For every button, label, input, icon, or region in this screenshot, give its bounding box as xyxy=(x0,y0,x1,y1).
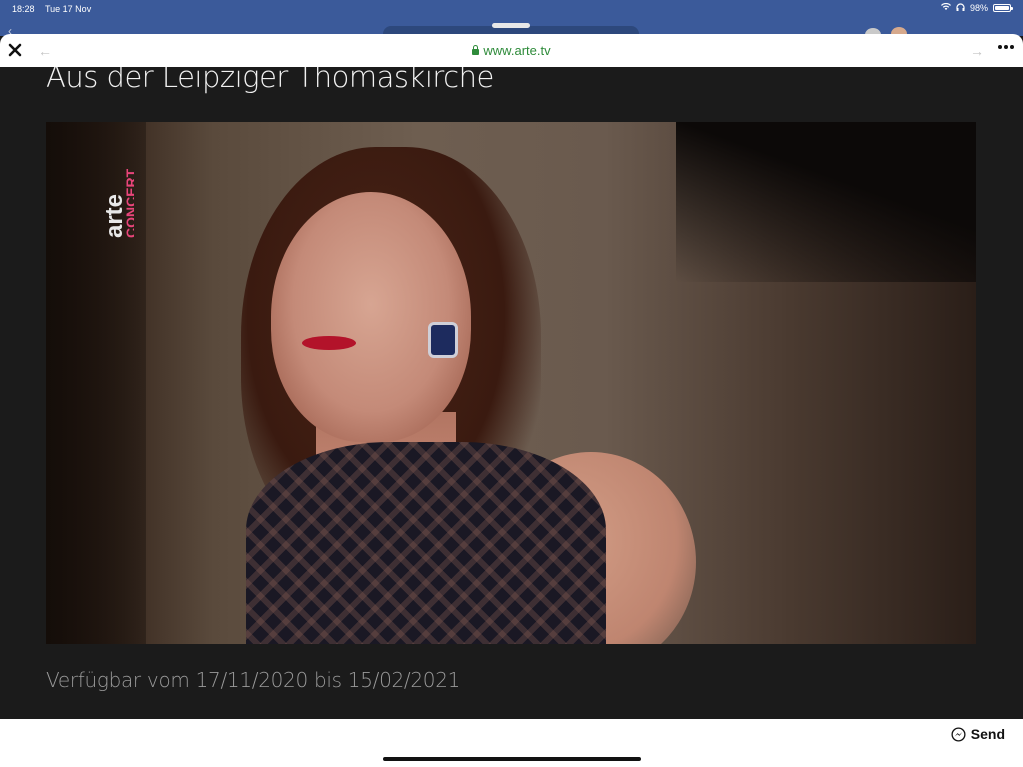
home-indicator[interactable] xyxy=(383,757,641,761)
send-button[interactable]: Send xyxy=(951,726,1005,742)
bottom-bar: Send xyxy=(0,719,1023,767)
lock-icon xyxy=(472,45,480,55)
url-text: www.arte.tv xyxy=(483,43,551,58)
status-indicators: 98% xyxy=(940,2,1013,13)
headphones-icon xyxy=(956,3,965,13)
status-date: Tue 17 Nov xyxy=(45,4,92,14)
arrow-right-icon[interactable]: → xyxy=(970,43,984,59)
send-label: Send xyxy=(970,726,1005,742)
concert-logo-text: CONCERT xyxy=(123,168,134,238)
battery-icon xyxy=(993,4,1013,12)
sheet-grabber[interactable] xyxy=(492,23,530,28)
status-time: 18:28 xyxy=(12,4,35,14)
url-display: www.arte.tv xyxy=(0,43,1023,58)
messenger-icon xyxy=(951,726,966,742)
arte-concert-logo: arte CONCERT xyxy=(101,168,134,238)
wifi-icon xyxy=(940,2,951,13)
browser-toolbar: ← www.arte.tv → xyxy=(0,34,1023,67)
video-player[interactable]: arte CONCERT xyxy=(46,122,976,644)
ellipsis-icon[interactable] xyxy=(998,45,1014,49)
availability-text: Verfügbar vom 17/11/2020 bis 15/02/2021 xyxy=(46,668,461,692)
battery-percent: 98% xyxy=(969,3,988,13)
